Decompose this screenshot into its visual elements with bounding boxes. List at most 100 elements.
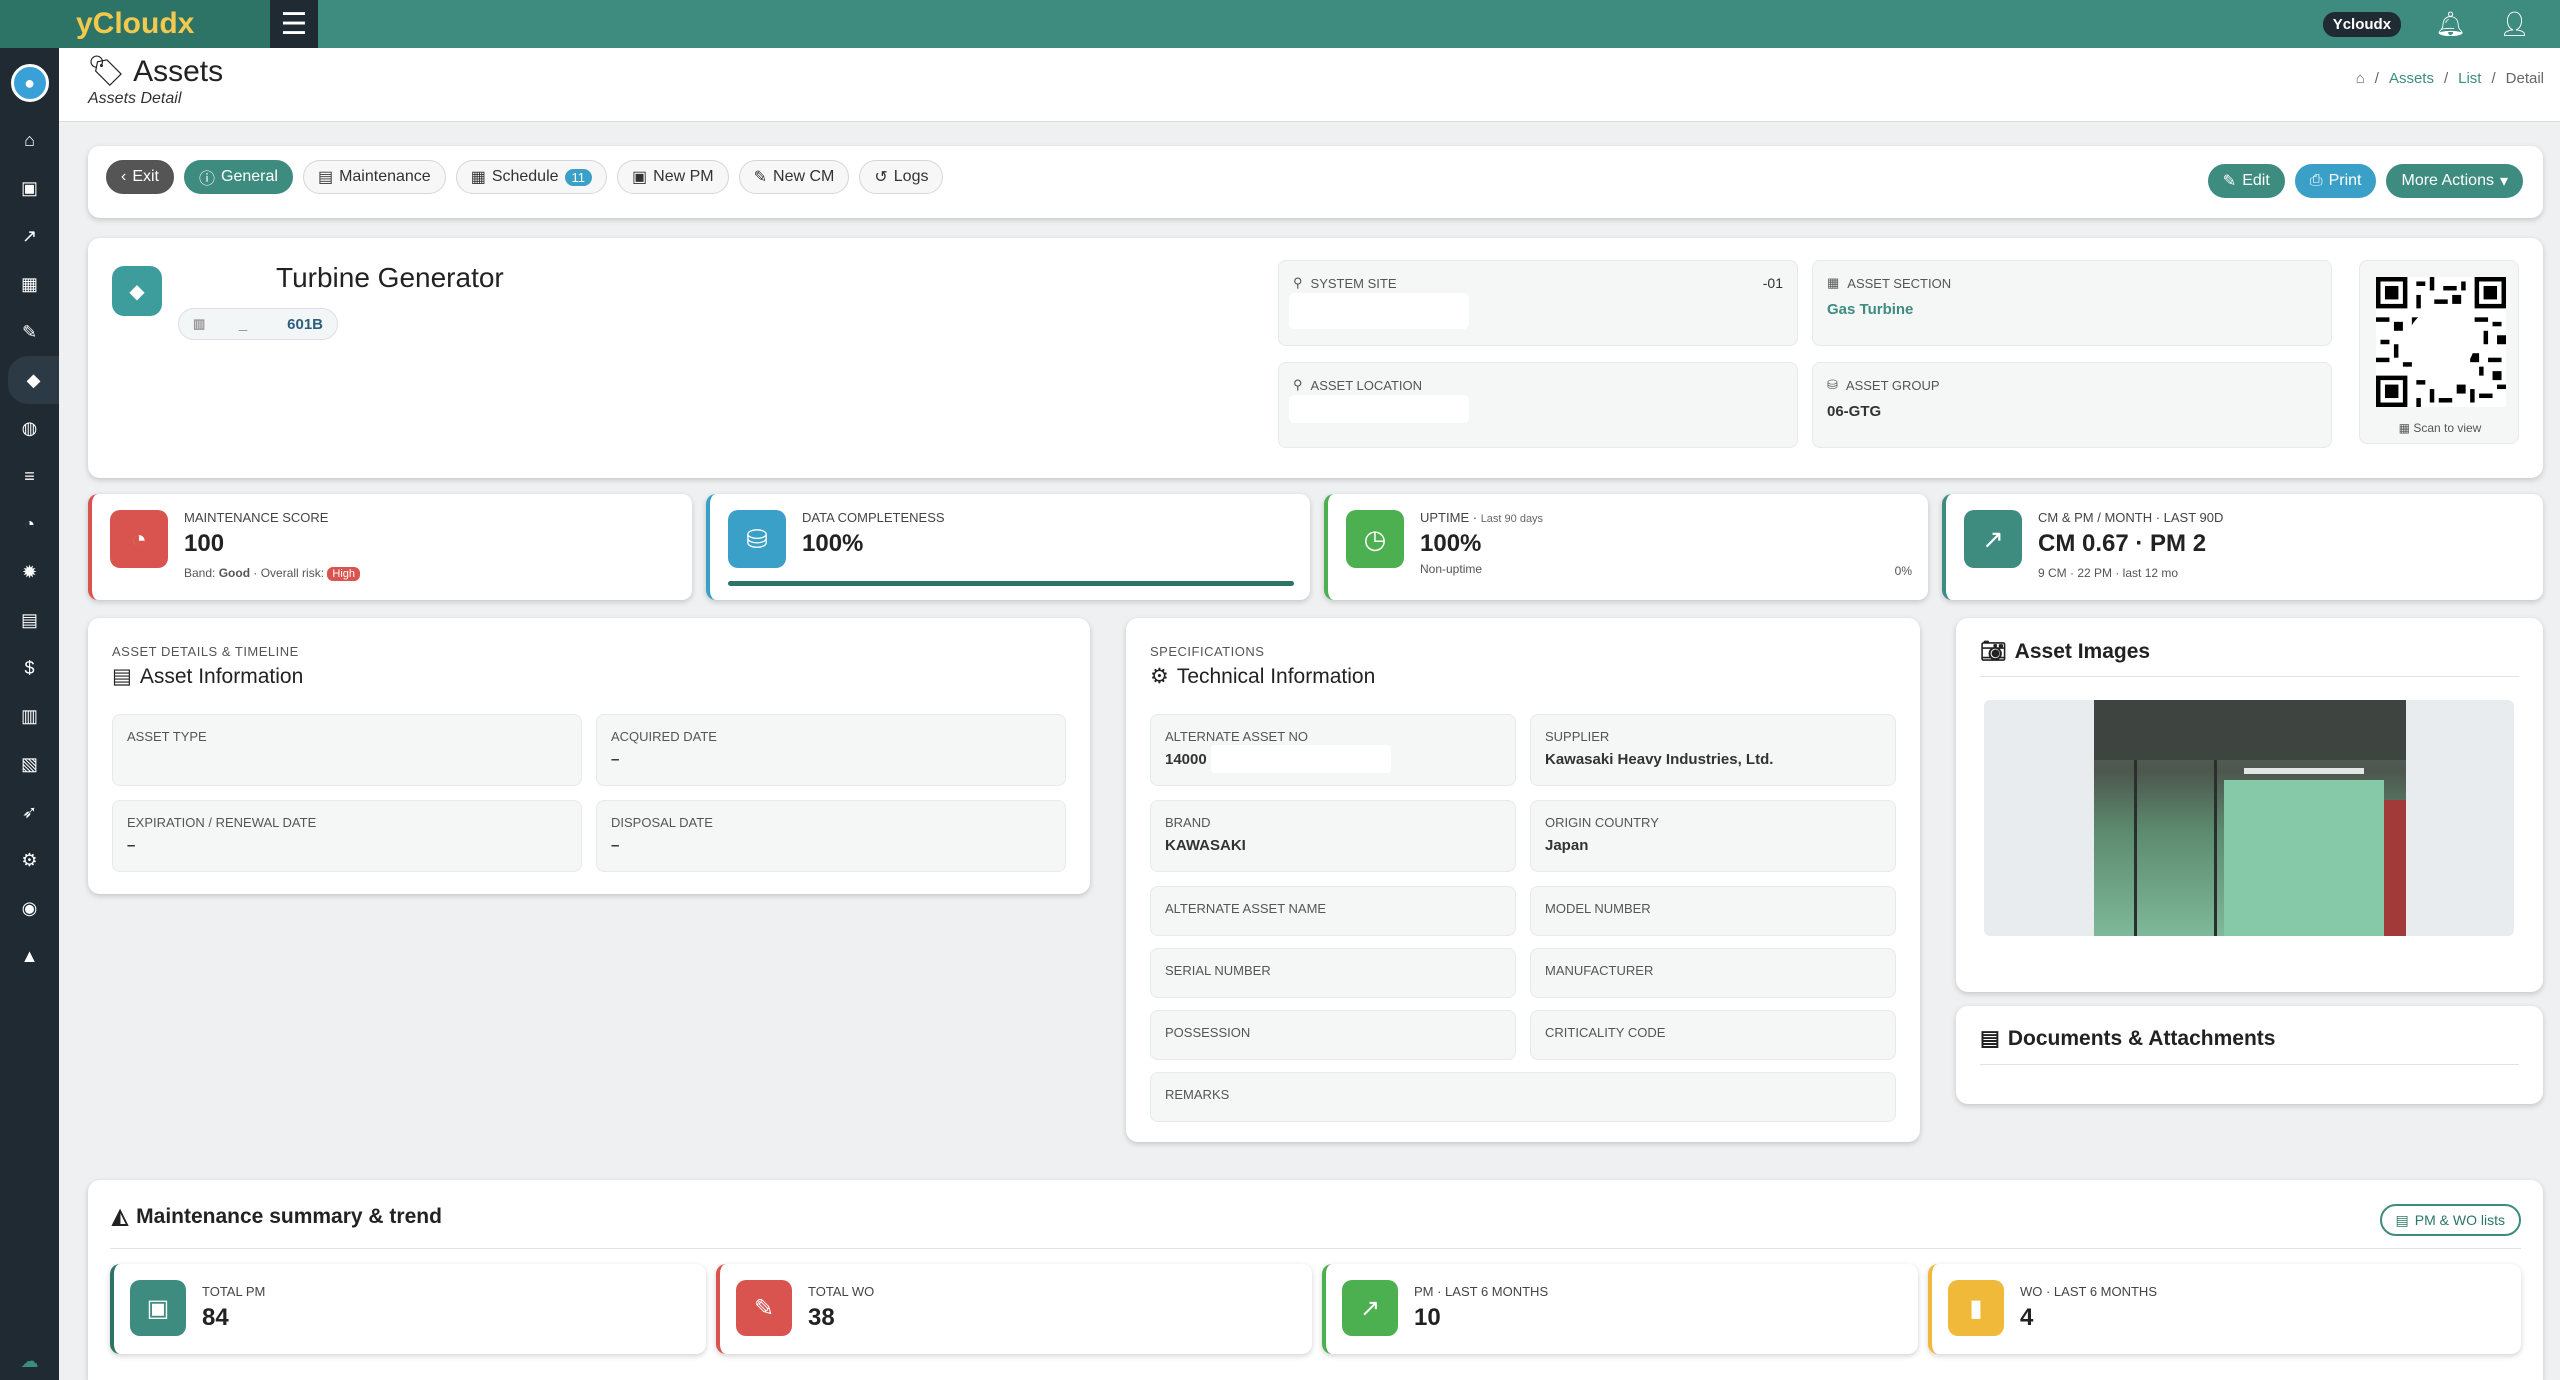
- chart-line-icon[interactable]: ↗: [0, 212, 59, 260]
- qrcode-small-icon: ▦: [2398, 421, 2410, 435]
- dollar-icon[interactable]: $: [0, 644, 59, 692]
- total-pm-value: 84: [202, 1304, 229, 1331]
- tag-icon: ◆: [112, 266, 162, 316]
- wrench-icon: ✎: [736, 1280, 792, 1336]
- breadcrumb-list[interactable]: List: [2458, 70, 2481, 87]
- completeness-progress-bar: [728, 581, 1294, 586]
- asset-images-panel: 📷︎ Asset Images: [1956, 618, 2543, 992]
- cubes-icon: ⛁: [1827, 377, 1838, 392]
- map-pin-icon: ⚲: [1293, 377, 1303, 392]
- exit-button[interactable]: ‹ Exit: [106, 160, 174, 194]
- menu-toggle-button[interactable]: ☰: [270, 0, 318, 48]
- asset-photo[interactable]: [2094, 700, 2406, 936]
- data-completeness-card: ⛁ DATA COMPLETENESS 100%: [706, 494, 1310, 600]
- gear-icon[interactable]: ✹: [0, 548, 59, 596]
- user-name-badge[interactable]: Ycloudx: [2322, 11, 2402, 37]
- supplier-field: SUPPLIER Kawasaki Heavy Industries, Ltd.: [1530, 714, 1896, 786]
- total-pm-card: ▣ TOTAL PM 84: [110, 1264, 706, 1354]
- lock-icon[interactable]: ▲: [0, 932, 59, 980]
- gauge-icon: ◔: [110, 510, 168, 568]
- tab-schedule[interactable]: ▦ Schedule 11: [455, 160, 608, 194]
- tab-general[interactable]: ⓘ General: [184, 160, 293, 194]
- asset-code-pill: ▥ _ 601B: [178, 308, 338, 340]
- printer-icon: ⎙: [2309, 172, 2323, 189]
- top-bar: yCloudx ☰ Ycloudx 🔔︎ 👤︎: [0, 0, 2560, 48]
- history-icon: ↺: [874, 169, 888, 186]
- maintenance-score-value: 100: [184, 530, 225, 557]
- pm-last-6-months-card: ↗ PM · LAST 6 MONTHS 10: [1322, 1264, 1918, 1354]
- asset-code: 601B: [287, 315, 323, 333]
- non-uptime-value: 0%: [1894, 564, 1912, 578]
- asset-image-gallery: [1984, 700, 2514, 936]
- page-subtitle: Assets Detail: [88, 90, 182, 107]
- documents-title: ▤ Documents & Attachments: [1980, 1026, 2276, 1051]
- remarks-field: REMARKS: [1150, 1072, 1896, 1122]
- qr-code-box[interactable]: ▦ Scan to view: [2359, 260, 2519, 444]
- alternate-asset-no-field: ALTERNATE ASSET NO 14000: [1150, 714, 1516, 786]
- hamburger-icon: ☰: [280, 7, 308, 41]
- new-cm-button[interactable]: ✎ New CM: [738, 160, 850, 194]
- avatar[interactable]: ●: [10, 64, 49, 102]
- edit-button[interactable]: ✎ Edit: [2207, 164, 2285, 198]
- tag-icon: 🏷︎: [87, 55, 126, 88]
- settings-icon[interactable]: ⚙: [0, 836, 59, 884]
- gauge-icon[interactable]: ◔: [0, 500, 59, 548]
- globe-icon[interactable]: ◍: [0, 404, 59, 452]
- breadcrumb: ⌂ / Assets / List / Detail: [2355, 70, 2544, 87]
- more-actions-button[interactable]: More Actions ▾: [2386, 164, 2523, 198]
- asset-information-panel: ASSET DETAILS & TIMELINE ▤ Asset Informat…: [88, 618, 1090, 894]
- tasks-icon[interactable]: ≡: [0, 452, 59, 500]
- maintenance-summary-title: ◭ Maintenance summary & trend: [112, 1204, 442, 1229]
- disposal-date-field: DISPOSAL DATE –: [596, 800, 1066, 872]
- calendar-icon[interactable]: ▦: [0, 260, 59, 308]
- id-card-icon: ▤: [112, 665, 132, 688]
- tag-icon[interactable]: ◆: [8, 356, 59, 404]
- pm-wo-lists-button[interactable]: ▤ PM & WO lists: [2379, 1204, 2521, 1236]
- cm-pm-card: ↗ CM & PM / MONTH · LAST 90D CM 0.67 · P…: [1942, 494, 2543, 600]
- expiration-date-field: EXPIRATION / RENEWAL DATE –: [112, 800, 582, 872]
- pm-last-6-months-value: 10: [1414, 1304, 1441, 1331]
- chart-line-icon: ↗: [1964, 510, 2022, 568]
- tab-logs[interactable]: ↺ Logs: [859, 160, 944, 194]
- manufacturer-field: MANUFACTURER: [1530, 948, 1896, 998]
- breadcrumb-assets[interactable]: Assets: [2389, 70, 2434, 87]
- print-button[interactable]: ⎙ Print: [2294, 164, 2377, 198]
- asset-information-title: ▤ Asset Information: [112, 664, 304, 689]
- home-icon[interactable]: ⌂: [0, 116, 59, 164]
- bar-chart-icon: ▮: [1948, 1280, 2004, 1336]
- gears-icon: ⚙: [1150, 665, 1169, 688]
- asset-group-box: ⛁ ASSET GROUP 06-GTG: [1812, 362, 2332, 448]
- bell-icon[interactable]: 🔔︎: [2435, 10, 2465, 39]
- breadcrumb-detail: Detail: [2505, 70, 2544, 87]
- origin-country-field: ORIGIN COUNTRY Japan: [1530, 800, 1896, 872]
- chart-line-icon: ↗: [1342, 1280, 1398, 1336]
- user-icon[interactable]: 👤︎: [2500, 10, 2530, 39]
- qr-caption: ▦ Scan to view: [2398, 421, 2482, 435]
- brand-logo[interactable]: yCloudx: [0, 0, 270, 48]
- sidebar: ● ⌂ ▣ ↗ ▦ ✎ ◆ ◍ ≡ ◔ ✹ ▤ $ ▥ ▧ ➶ ⚙ ◉ ▲ ☁: [0, 48, 59, 1380]
- grid-icon: ▦: [1827, 275, 1840, 290]
- home-icon[interactable]: ⌂: [2356, 70, 2365, 87]
- asset-location-box: ⚲ ASSET LOCATION: [1278, 362, 1798, 448]
- new-pm-button[interactable]: ▣ New PM: [617, 160, 729, 194]
- building-icon[interactable]: ▥: [0, 692, 59, 740]
- system-site-box: ⚲ SYSTEM SITE -01: [1278, 260, 1798, 346]
- calendar-icon: ▦: [470, 169, 486, 186]
- uptime-value: 100%: [1420, 530, 1482, 557]
- calendar-check-icon: ▣: [130, 1280, 186, 1336]
- asset-section-box: ▦ ASSET SECTION Gas Turbine: [1812, 260, 2332, 346]
- page-header: 🏷︎ Assets Assets Detail ⌂ / Assets / List /…: [59, 48, 2560, 122]
- pencil-icon: ✎: [2222, 173, 2237, 190]
- info-icon: ⓘ: [199, 171, 216, 188]
- wrench-icon[interactable]: ✎: [0, 308, 59, 356]
- criticality-code-field: CRITICALITY CODE: [1530, 1010, 1896, 1060]
- camera-icon: 📷︎: [1980, 640, 2007, 663]
- barcode-icon: ▥: [193, 316, 206, 331]
- id-card-icon[interactable]: ▤: [0, 596, 59, 644]
- page-title: 🏷︎ Assets: [87, 54, 224, 89]
- rocket-icon[interactable]: ➶: [0, 788, 59, 836]
- compass-icon[interactable]: ◉: [0, 884, 59, 932]
- calendar-check-icon[interactable]: ▣: [0, 164, 59, 212]
- tab-maintenance[interactable]: ▤ Maintenance: [302, 160, 446, 194]
- address-book-icon[interactable]: ▧: [0, 740, 59, 788]
